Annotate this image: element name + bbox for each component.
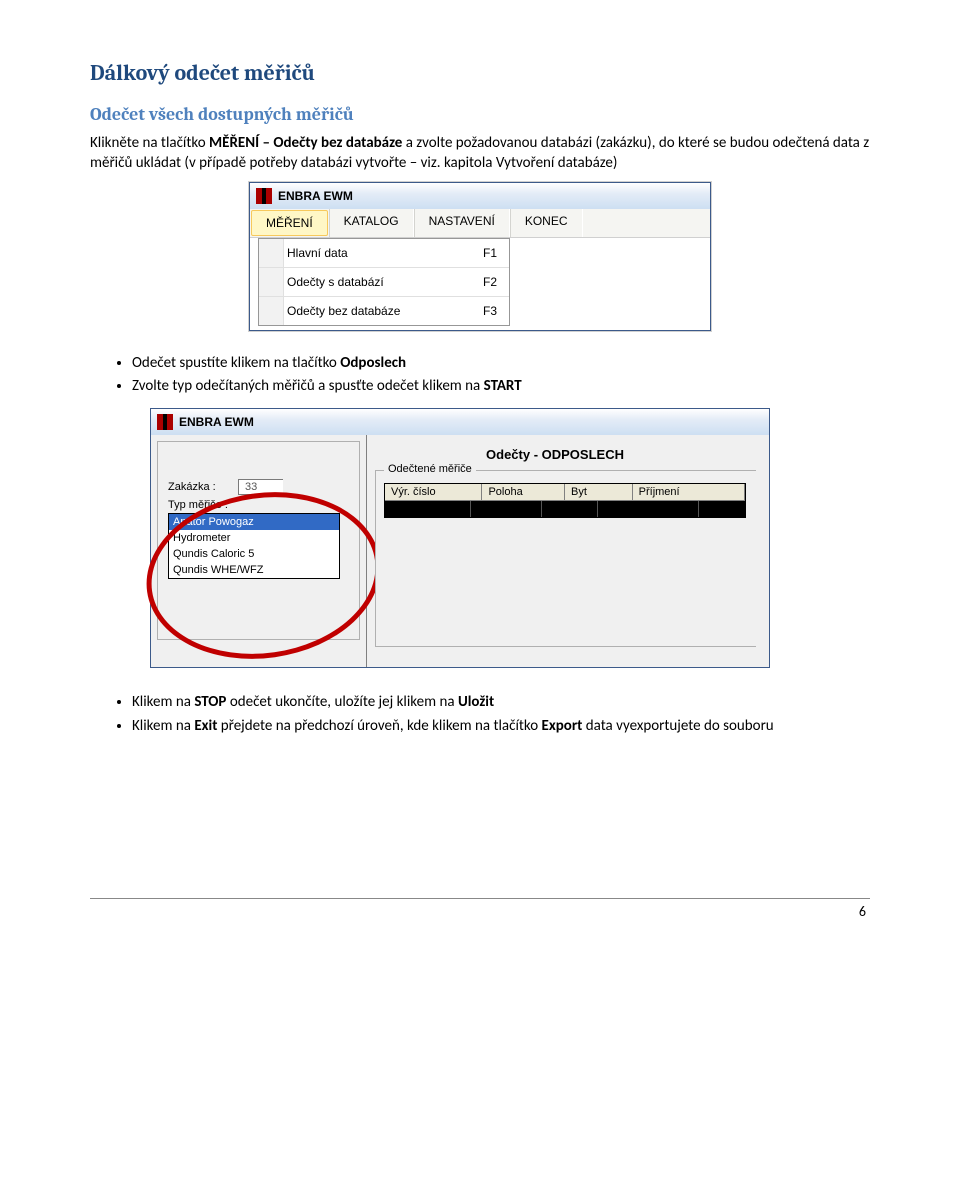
text: Odečet spustíte klikem na tlačítko <box>132 354 340 372</box>
list-option[interactable]: Apator Powogaz <box>169 514 339 530</box>
list-item: Odečet spustíte klikem na tlačítko Odpos… <box>132 353 870 375</box>
menu-nastaveni[interactable]: NASTAVENÍ <box>414 209 510 237</box>
list-option[interactable]: Qundis WHE/WFZ <box>169 562 339 578</box>
menu-item-shortcut: F2 <box>483 275 501 289</box>
app-logo-icon <box>256 188 272 204</box>
list-option[interactable]: Qundis Caloric 5 <box>169 546 339 562</box>
text: odečet ukončíte, uložíte jej klikem na <box>226 693 458 711</box>
text: Zvolte typ odečítaných měřičů a spusťte … <box>132 377 484 395</box>
menu-item-label: Hlavní data <box>287 246 483 260</box>
heading-1: Dálkový odečet měřičů <box>90 60 870 86</box>
heading-2: Odečet všech dostupných měřičů <box>90 104 870 125</box>
menu-item-shortcut: F1 <box>483 246 501 260</box>
intro-paragraph: Klikněte na tlačítko MĚŘENÍ – Odečty bez… <box>90 133 870 174</box>
title-bar: ENBRA EWM <box>151 409 769 435</box>
menu-item-odecty-bez-databaze[interactable]: Odečty bez databáze F3 <box>259 297 509 325</box>
list-item: Klikem na STOP odečet ukončíte, uložíte … <box>132 692 870 714</box>
bold-text: Odposlech <box>340 354 406 372</box>
zakazka-value[interactable]: 33 <box>238 479 283 495</box>
screenshot-menu-window: ENBRA EWM MĚŘENÍ KATALOG NASTAVENÍ KONEC… <box>249 182 711 331</box>
bullet-list-1: Odečet spustíte klikem na tlačítko Odpos… <box>90 353 870 399</box>
bold-text: MĚŘENÍ – Odečty bez databáze <box>209 134 402 152</box>
menu-item-odecty-s-databazi[interactable]: Odečty s databází F2 <box>259 268 509 297</box>
menu-katalog[interactable]: KATALOG <box>329 209 414 237</box>
bold-text: STOP <box>194 693 226 711</box>
group-label: Odečtené měřiče <box>384 463 476 475</box>
grid-body <box>385 501 745 517</box>
left-panel: Zakázka : 33 Typ měřiče : Apator Powogaz… <box>151 435 367 667</box>
bold-text: Uložit <box>458 693 494 711</box>
bold-text: Export <box>542 717 583 735</box>
bold-text: START <box>484 377 522 395</box>
right-panel: Odečty - ODPOSLECH Odečtené měřiče Výr. … <box>367 435 769 667</box>
list-option[interactable]: Hydrometer <box>169 530 339 546</box>
menu-konec[interactable]: KONEC <box>510 209 583 237</box>
text: Klikem na <box>132 717 194 735</box>
menu-item-label: Odečty s databází <box>287 275 483 289</box>
menu-item-label: Odečty bez databáze <box>287 304 483 318</box>
screenshot-odposlech-window: ENBRA EWM Zakázka : 33 Typ měřiče : Apat… <box>150 408 770 668</box>
typ-merice-label: Typ měřiče : <box>168 499 349 511</box>
column-header[interactable]: Poloha <box>482 484 565 501</box>
column-header[interactable]: Příjmení <box>633 484 745 501</box>
menu-mereni[interactable]: MĚŘENÍ <box>251 210 328 236</box>
text: Klikněte na tlačítko <box>90 134 209 152</box>
menu-bar: MĚŘENÍ KATALOG NASTAVENÍ KONEC <box>250 209 710 238</box>
menu-dropdown: Hlavní data F1 Odečty s databází F2 Odeč… <box>258 238 510 326</box>
text: Klikem na <box>132 693 194 711</box>
text: data vyexportujete do souboru <box>582 717 773 735</box>
menu-item-shortcut: F3 <box>483 304 501 318</box>
field-zakazka: Zakázka : 33 <box>168 479 349 495</box>
window-title: ENBRA EWM <box>278 189 353 203</box>
bold-text: Exit <box>194 717 217 735</box>
field-label: Zakázka : <box>168 481 238 493</box>
column-header[interactable]: Byt <box>565 484 633 501</box>
list-item: Zvolte typ odečítaných měřičů a spusťte … <box>132 376 870 398</box>
app-logo-icon <box>157 414 173 430</box>
typ-merice-listbox[interactable]: Apator Powogaz Hydrometer Qundis Caloric… <box>168 513 340 579</box>
column-header[interactable]: Výr. číslo <box>385 484 482 501</box>
grid-header: Výr. číslo Poloha Byt Příjmení <box>385 484 745 501</box>
title-bar: ENBRA EWM <box>250 183 710 209</box>
page-number: 6 <box>859 903 866 920</box>
window-title: ENBRA EWM <box>179 415 254 429</box>
data-grid: Výr. číslo Poloha Byt Příjmení <box>384 483 746 518</box>
list-item: Klikem na Exit přejdete na předchozí úro… <box>132 716 870 738</box>
menu-item-hlavni-data[interactable]: Hlavní data F1 <box>259 239 509 268</box>
page-footer: 6 <box>90 898 870 920</box>
text: přejdete na předchozí úroveň, kde klikem… <box>217 717 541 735</box>
bullet-list-2: Klikem na STOP odečet ukončíte, uložíte … <box>90 692 870 738</box>
